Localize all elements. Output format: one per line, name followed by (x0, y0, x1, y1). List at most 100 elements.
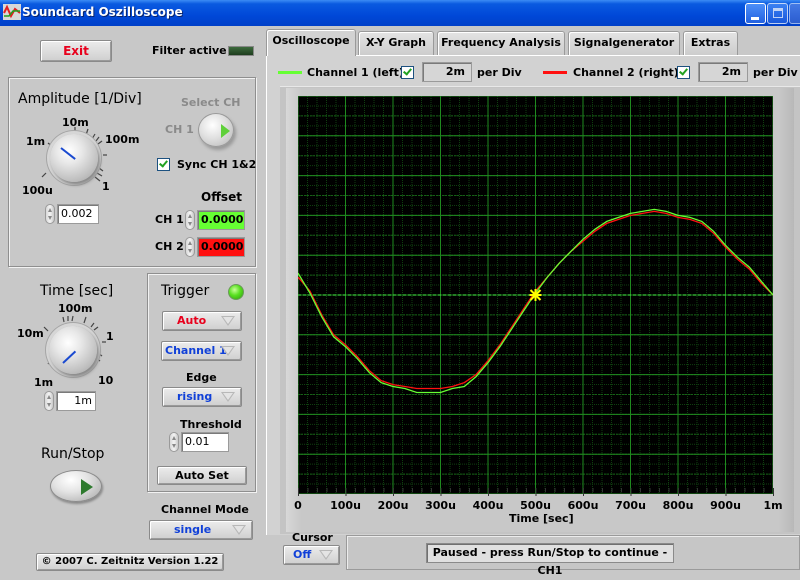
time-title: Time [sec] (40, 283, 114, 299)
channel-mode-label: Channel Mode (161, 503, 249, 516)
x-tick-label: 900u (710, 499, 741, 512)
ch1-offset-label: CH 1 (155, 213, 184, 226)
x-tick-label: 600u (567, 499, 599, 512)
maximize-icon (773, 8, 783, 18)
sync-label: Sync CH 1&2 (177, 158, 257, 171)
trigger-led (228, 284, 244, 300)
amp-tick-100u: 100u (22, 184, 53, 197)
x-axis-label: Time [sec] (509, 512, 574, 525)
trigger-title: Trigger (161, 283, 210, 299)
trigger-source-dropdown[interactable]: Channel 1 (161, 341, 242, 361)
select-ch-indicator-icon (221, 124, 230, 138)
play-icon (81, 479, 93, 495)
amp-tick-100m: 100m (105, 133, 140, 146)
ch2-visible-checkbox[interactable] (677, 66, 690, 79)
select-ch-button[interactable] (198, 113, 234, 147)
close-button[interactable] (789, 3, 800, 24)
threshold-field[interactable]: 0.01 (181, 432, 229, 452)
check-icon (159, 158, 168, 168)
app-icon (3, 4, 21, 20)
x-tick-label: 100u (330, 499, 361, 512)
ch2-perdiv-suffix: per Div (753, 66, 798, 79)
x-tick-label: 300u (425, 499, 456, 512)
chevron-down-icon (221, 316, 235, 326)
oscilloscope-plot[interactable] (298, 96, 773, 494)
trigger-source-value: Channel 1 (165, 344, 227, 357)
tab-extras[interactable]: Extras (683, 31, 738, 55)
chevron-down-icon (232, 525, 246, 535)
amplitude-title: Amplitude [1/Div] (18, 91, 142, 107)
filter-active-label: Filter active (152, 44, 227, 57)
amplitude-knob[interactable] (50, 134, 98, 182)
ch1-visible-checkbox[interactable] (401, 66, 414, 79)
time-tick-1m: 1m (34, 376, 54, 389)
amp-tick-10m: 10m (62, 116, 89, 129)
minimize-icon (751, 17, 759, 20)
ch2-perdiv-field[interactable]: 2m (698, 62, 748, 82)
amplitude-value-field[interactable]: 0.002 (57, 204, 99, 224)
ch2-offset-spinner[interactable] (185, 237, 195, 257)
tab-oscilloscope[interactable]: Oscilloscope (266, 29, 356, 56)
time-tick-100m: 100m (58, 302, 93, 315)
time-tick-10: 10 (98, 374, 114, 387)
amplitude-spinner[interactable] (45, 204, 55, 224)
minimize-button[interactable] (745, 3, 766, 24)
ch2-offset-label: CH 2 (155, 240, 184, 253)
trigger-mode-dropdown[interactable]: Auto (162, 311, 242, 331)
channel-mode-value: single (174, 523, 212, 536)
sync-checkbox[interactable] (157, 158, 170, 171)
run-stop-label: Run/Stop (41, 446, 105, 462)
tab-xy-graph[interactable]: X-Y Graph (358, 31, 434, 55)
tab-frequency-analysis[interactable]: Frequency Analysis (437, 31, 565, 55)
edge-value: rising (177, 390, 213, 403)
ch1-perdiv-suffix: per Div (477, 66, 522, 79)
x-axis-ticks (298, 488, 774, 496)
time-knob[interactable] (49, 326, 97, 374)
ch1-offset-field[interactable]: 0.0000 (197, 210, 245, 230)
x-tick-label: 400u (472, 499, 504, 512)
time-value-field[interactable]: 1m (56, 391, 96, 411)
amp-tick-1m: 1m (26, 135, 46, 148)
ch1-perdiv-field[interactable]: 2m (422, 62, 472, 82)
ch1-offset-spinner[interactable] (185, 210, 195, 230)
window-title: Soundcard Oszilloscope (22, 5, 183, 19)
threshold-spinner[interactable] (169, 432, 179, 452)
status-text: Paused - press Run/Stop to continue - CH… (426, 543, 674, 577)
ch2-offset-field[interactable]: 0.0000 (197, 237, 245, 257)
x-tick-label: 1m (763, 499, 783, 512)
auto-set-button[interactable]: Auto Set (157, 466, 247, 485)
channel-mode-dropdown[interactable]: single (149, 520, 253, 540)
time-spinner[interactable] (44, 391, 54, 411)
x-tick-label: 0 (294, 499, 302, 512)
select-ch-value: CH 1 (165, 123, 194, 136)
check-icon (679, 66, 688, 76)
x-tick-label: 700u (615, 499, 646, 512)
time-tick-1: 1 (106, 330, 114, 343)
exit-button[interactable]: Exit (40, 40, 112, 62)
offset-title: Offset (201, 190, 242, 204)
check-icon (403, 66, 412, 76)
filter-active-led (228, 46, 254, 56)
ch1-legend-label: Channel 1 (left) (307, 66, 404, 79)
ch2-legend-label: Channel 2 (right) (573, 66, 679, 79)
edge-dropdown[interactable]: rising (162, 387, 242, 407)
x-tick-label: 500u (520, 499, 551, 512)
trigger-mode-value: Auto (177, 314, 207, 327)
amplitude-knob-needle (60, 147, 76, 160)
edge-label: Edge (186, 371, 217, 384)
run-stop-button[interactable] (50, 470, 102, 502)
copyright-label: © 2007 C. Zeitnitz Version 1.22 (36, 553, 224, 571)
cursor-label: Cursor (292, 531, 333, 544)
ch2-legend-line (543, 71, 567, 74)
chevron-down-icon (319, 550, 333, 560)
amp-tick-1: 1 (102, 180, 110, 193)
cursor-dropdown[interactable]: Off (283, 545, 340, 565)
trigger-marker-icon[interactable] (529, 289, 542, 301)
time-tick-10m: 10m (17, 327, 44, 340)
tab-signalgenerator[interactable]: Signalgenerator (568, 31, 680, 55)
maximize-button[interactable] (767, 3, 788, 24)
x-tick-label: 800u (662, 499, 694, 512)
select-ch-label: Select CH (181, 96, 241, 109)
x-tick-label: 200u (377, 499, 409, 512)
threshold-label: Threshold (180, 418, 242, 431)
